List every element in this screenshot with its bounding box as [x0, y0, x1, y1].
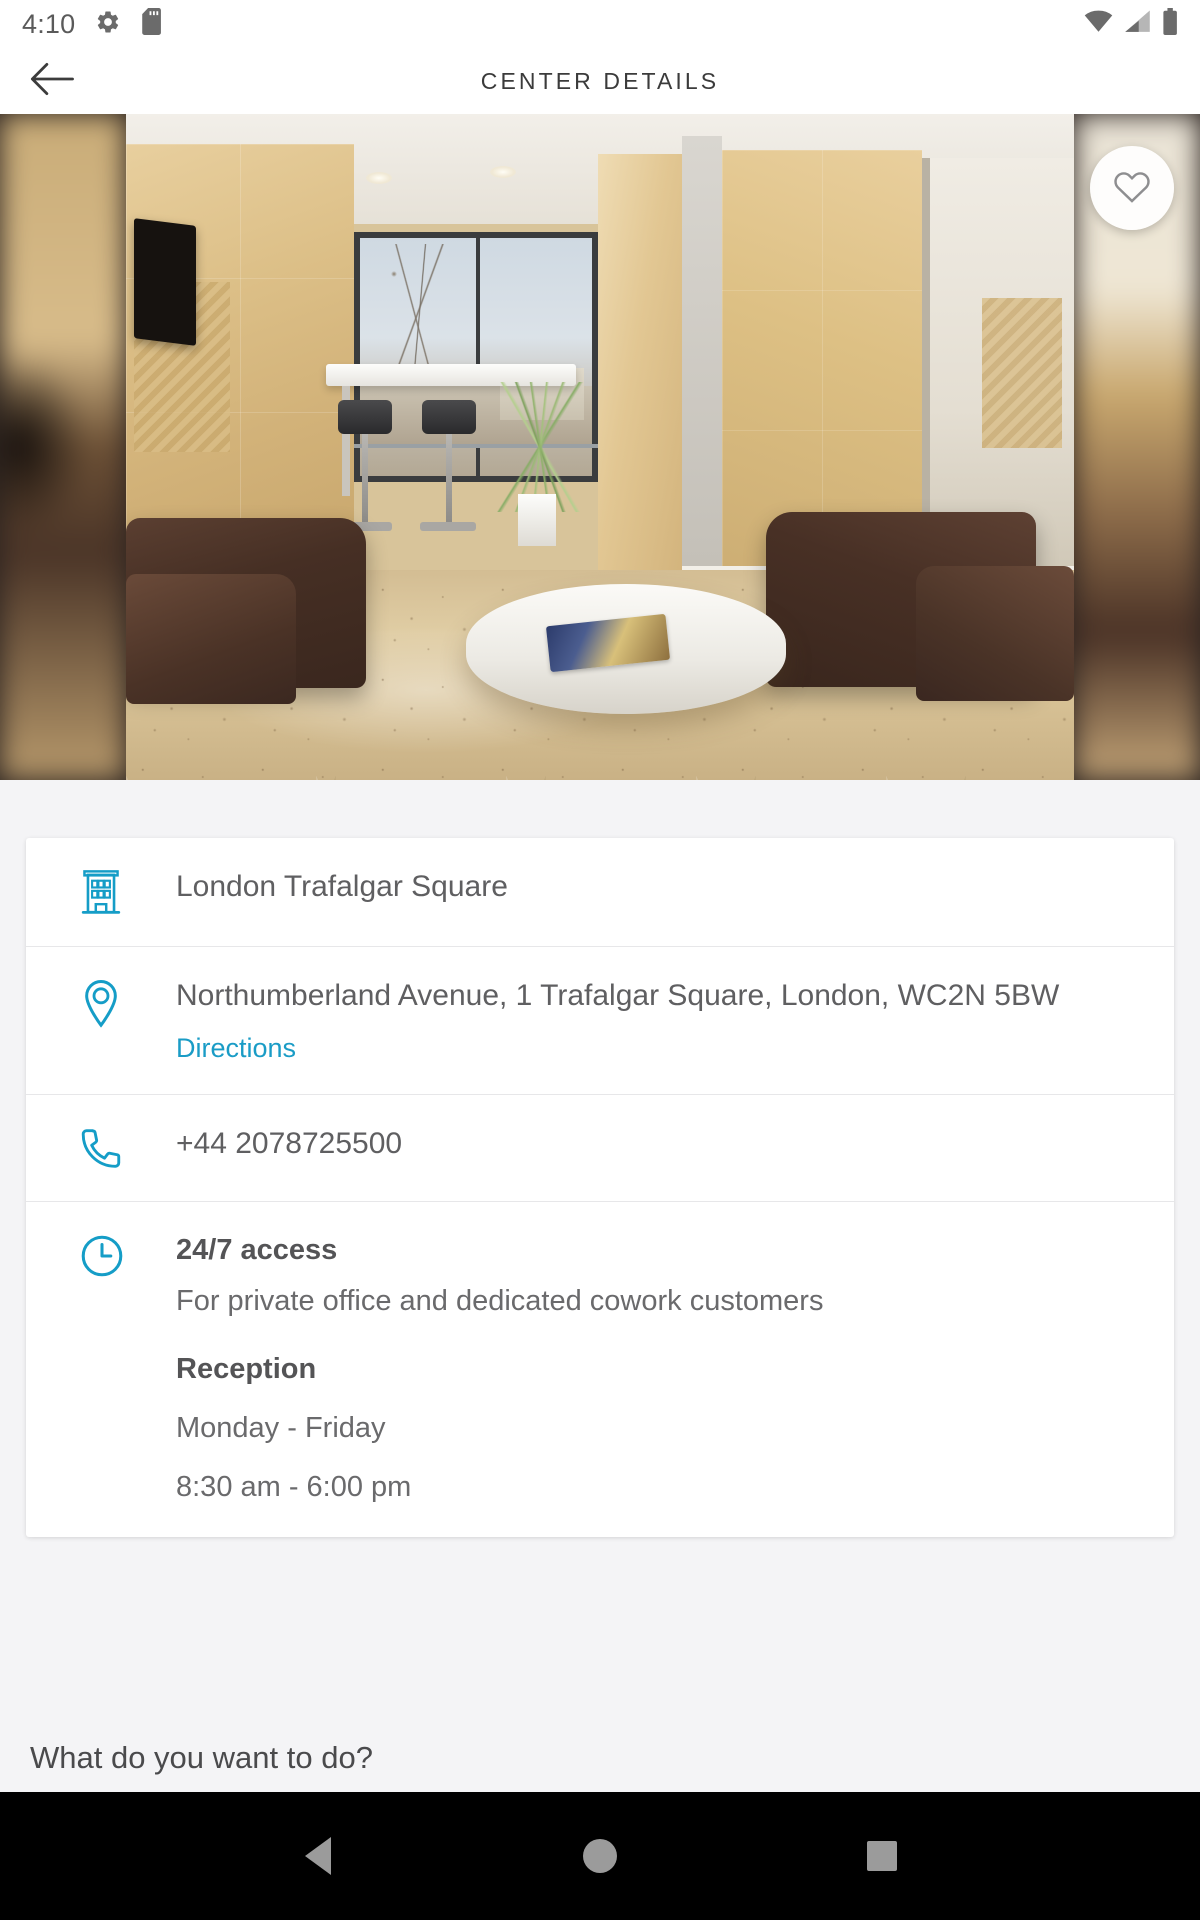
reception-days: Monday - Friday: [176, 1411, 386, 1444]
lobby-photo: [126, 114, 1074, 780]
app-bar: CENTER DETAILS: [0, 48, 1200, 114]
status-clock: 4:10: [22, 8, 76, 39]
center-name-body: London Trafalgar Square: [176, 868, 1174, 906]
status-bar-left: 4:10: [22, 8, 163, 40]
wifi-icon: [1084, 10, 1113, 38]
center-name-row: London Trafalgar Square: [26, 838, 1174, 947]
directions-link[interactable]: Directions: [176, 1033, 296, 1064]
hours-row: 24/7 access For private office and dedic…: [26, 1202, 1174, 1537]
nav-home-circle-icon: [583, 1839, 617, 1873]
battery-icon: [1162, 8, 1178, 40]
actions-section-heading: What do you want to do?: [30, 1740, 373, 1775]
nav-recents-square-icon: [867, 1841, 897, 1871]
nav-back-triangle-icon: [305, 1837, 331, 1875]
page-title: CENTER DETAILS: [480, 67, 720, 94]
hero-edge-left: [0, 114, 126, 780]
nav-home-button[interactable]: [562, 1818, 638, 1894]
reception-title: Reception: [176, 1353, 317, 1386]
phone-row[interactable]: +44 2078725500: [26, 1095, 1174, 1203]
phone-icon: [80, 1125, 176, 1171]
access-title: 24/7 access: [176, 1234, 338, 1267]
heart-outline-icon: [1112, 168, 1152, 209]
favorite-button[interactable]: [1090, 146, 1174, 230]
status-bar-right: [1084, 8, 1178, 40]
address-row: Northumberland Avenue, 1 Trafalgar Squar…: [26, 947, 1174, 1096]
building-icon: [80, 868, 176, 916]
cellular-signal-icon: [1124, 10, 1151, 38]
center-name-text: London Trafalgar Square: [176, 870, 508, 903]
nav-back-button[interactable]: [280, 1818, 356, 1894]
reception-time: 8:30 am - 6:00 pm: [176, 1471, 412, 1504]
address-text: Northumberland Avenue, 1 Trafalgar Squar…: [176, 979, 1060, 1012]
system-navigation-bar: [0, 1792, 1200, 1920]
clock-icon: [80, 1232, 176, 1278]
phone-text: +44 2078725500: [176, 1127, 403, 1161]
center-info-card: London Trafalgar Square Northumberland A…: [26, 838, 1174, 1538]
sd-card-icon: [141, 8, 163, 40]
app-screen: 4:10 CENTER DETAILS London Trafalgar Squ…: [0, 0, 1200, 1920]
status-bar: 4:10: [0, 0, 1200, 48]
nav-recents-button[interactable]: [844, 1818, 920, 1894]
hero-image[interactable]: [0, 114, 1200, 780]
address-body: Northumberland Avenue, 1 Trafalgar Squar…: [176, 977, 1174, 1064]
map-pin-icon: [80, 977, 176, 1029]
phone-body: +44 2078725500: [176, 1125, 1174, 1163]
hours-body: 24/7 access For private office and dedic…: [176, 1232, 1174, 1507]
settings-gear-icon: [95, 9, 121, 40]
access-note: For private office and dedicated cowork …: [176, 1285, 824, 1318]
